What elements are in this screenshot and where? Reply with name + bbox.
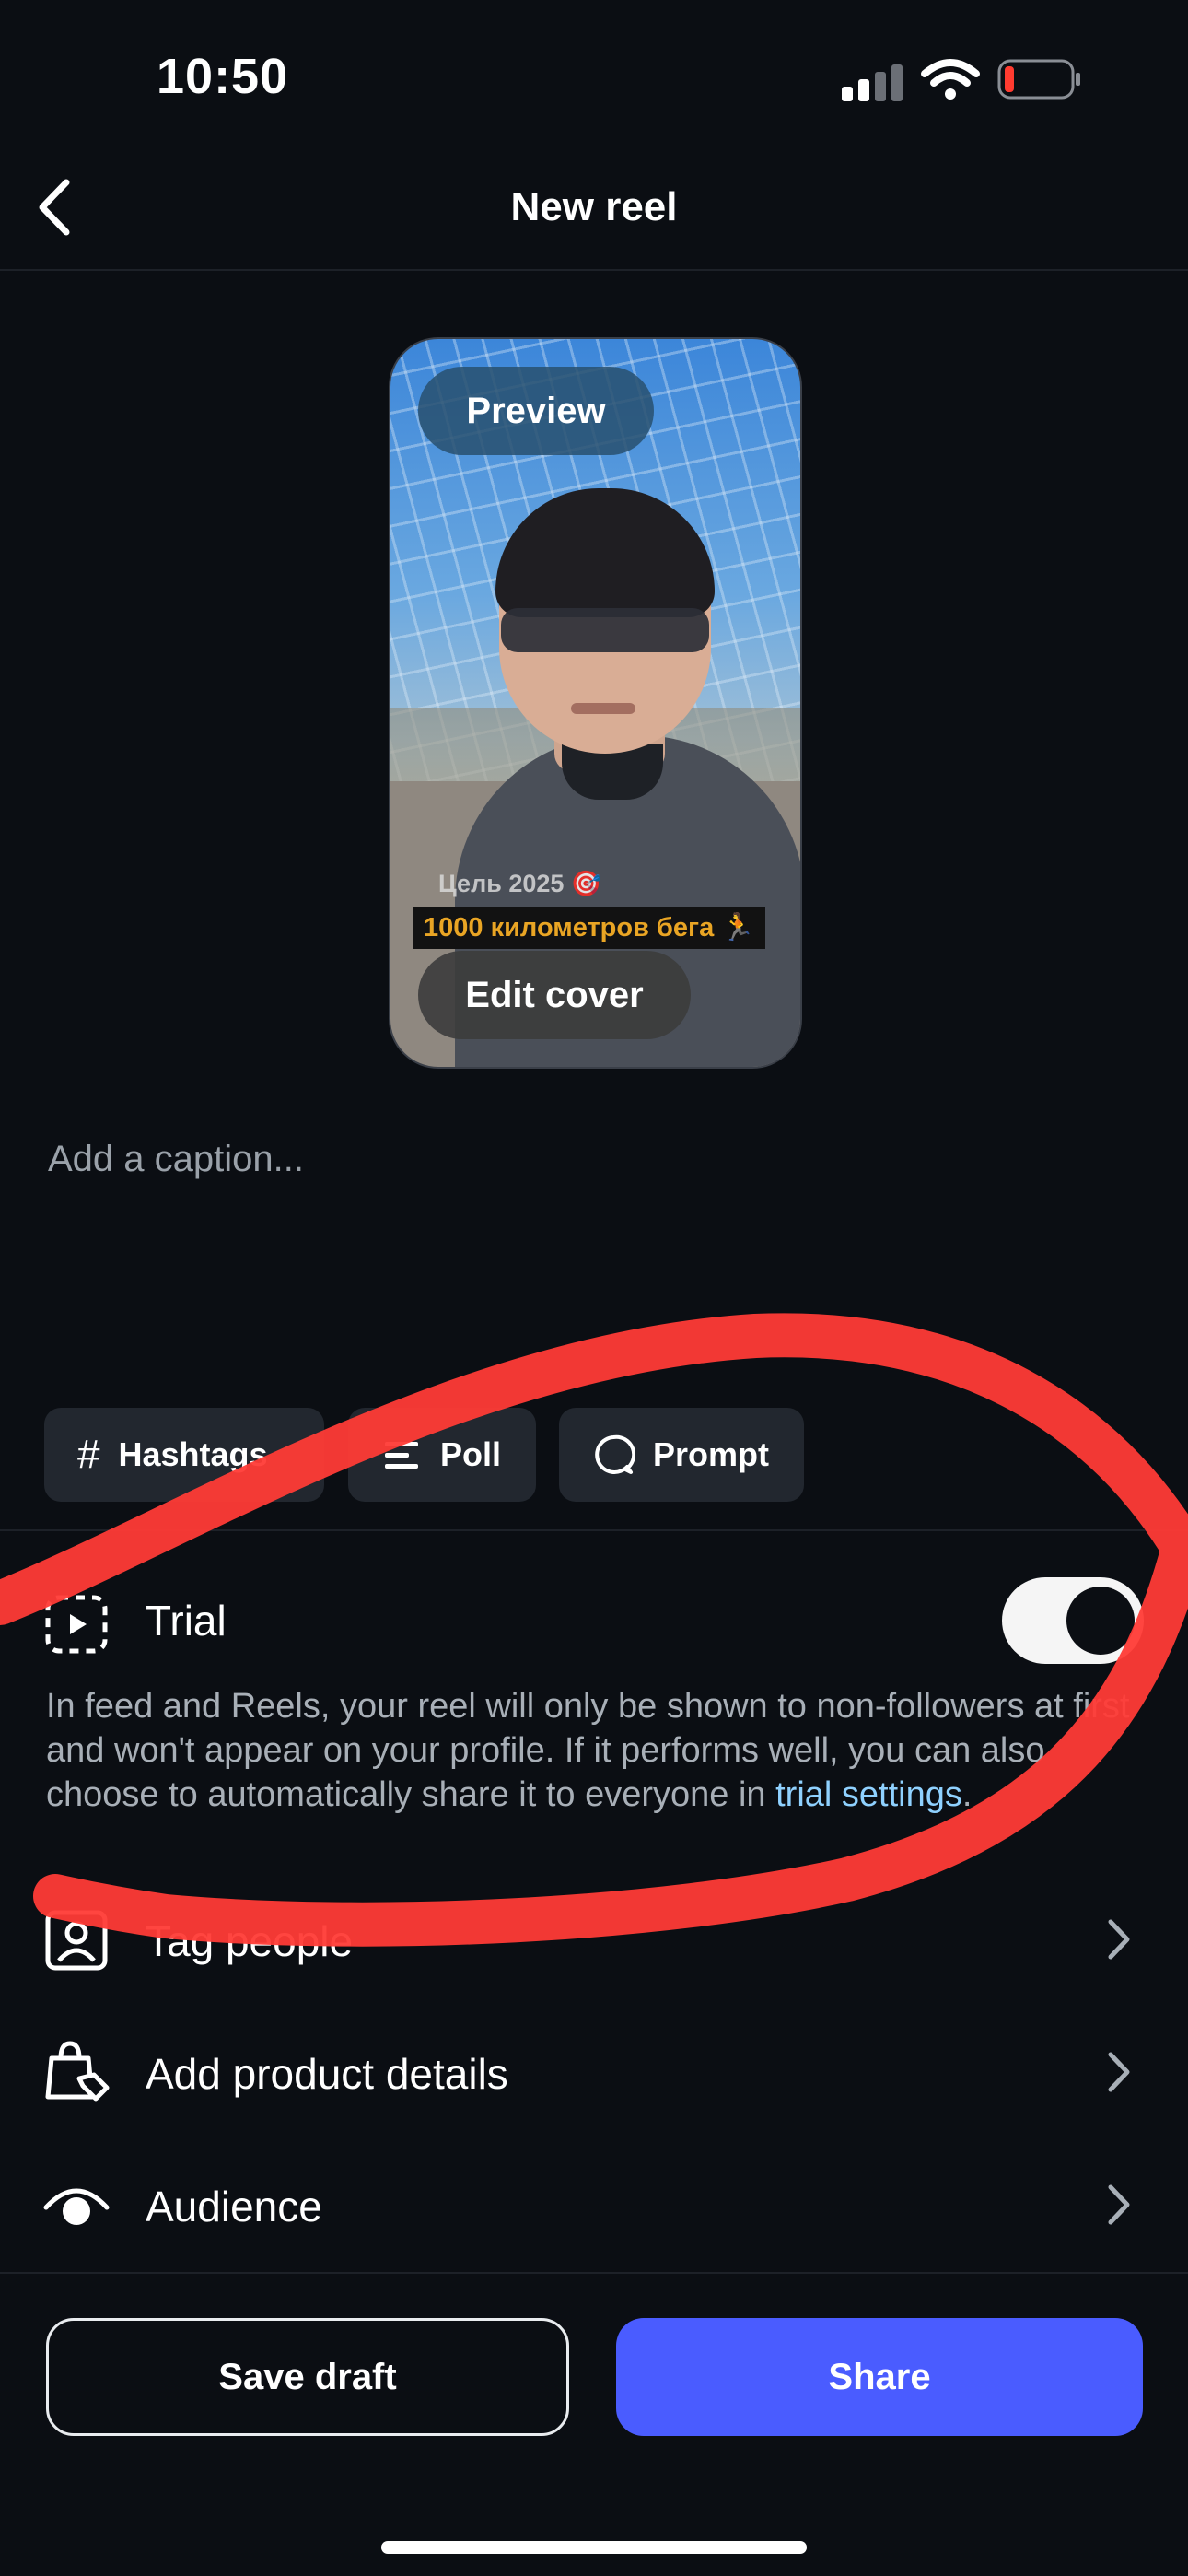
hash-icon: # (77, 1432, 100, 1477)
hashtags-chip-label: Hashtags (118, 1435, 268, 1473)
wifi-icon (921, 59, 980, 100)
chips-divider (0, 1529, 1188, 1531)
caption-input[interactable] (48, 1139, 1135, 1415)
prompt-chip-label: Prompt (653, 1435, 769, 1473)
cellular-signal-icon (842, 64, 903, 101)
person-mouth (571, 703, 635, 714)
trial-description-end: . (961, 1775, 973, 1814)
person-sunglasses (501, 608, 709, 652)
status-time: 10:50 (157, 49, 289, 104)
trial-settings-link[interactable]: trial settings (775, 1775, 962, 1814)
add-product-details-row[interactable]: Add product details (0, 2012, 1188, 2132)
save-draft-button[interactable]: Save draft (46, 2318, 569, 2436)
poll-chip[interactable]: Poll (348, 1408, 536, 1502)
footer-divider (0, 2272, 1188, 2274)
chevron-right-icon (1108, 1919, 1130, 1960)
trial-reel-icon (45, 1595, 108, 1654)
share-button[interactable]: Share (616, 2318, 1143, 2436)
trial-toggle-knob (1066, 1587, 1135, 1655)
video-overlay-km-text: 1000 километров бега 🏃 (413, 907, 766, 949)
chevron-right-icon (1108, 2052, 1130, 2092)
prompt-chip[interactable]: Prompt (559, 1408, 804, 1502)
trial-label: Trial (146, 1597, 227, 1645)
page-title: New reel (510, 184, 678, 229)
poll-chip-label: Poll (440, 1435, 502, 1473)
preview-button[interactable]: Preview (418, 367, 654, 455)
add-product-details-label: Add product details (146, 2050, 508, 2098)
audience-row[interactable]: Audience (0, 2145, 1188, 2265)
shopping-bag-tag-icon (45, 2041, 110, 2102)
chevron-right-icon (1108, 2184, 1130, 2225)
video-overlay-goal-text: Цель 2025 🎯 (438, 870, 602, 897)
reel-preview-card[interactable]: Preview Цель 2025 🎯 1000 километров бега… (389, 337, 802, 1069)
trial-toggle[interactable] (1002, 1577, 1144, 1664)
tag-person-icon (45, 1910, 108, 1971)
hashtags-chip[interactable]: # Hashtags (44, 1408, 324, 1502)
trial-description: In feed and Reels, your reel will only b… (46, 1684, 1142, 1817)
tag-people-label: Tag people (146, 1917, 354, 1965)
poll-icon (385, 1442, 418, 1469)
header-divider (0, 269, 1188, 271)
home-indicator (381, 2541, 807, 2554)
eye-icon (43, 2188, 110, 2225)
tag-people-row[interactable]: Tag people (0, 1879, 1188, 1999)
edit-cover-button[interactable]: Edit cover (418, 951, 691, 1039)
battery-icon (997, 59, 1080, 100)
audience-label: Audience (146, 2183, 322, 2231)
prompt-bubble-icon (595, 1434, 635, 1474)
